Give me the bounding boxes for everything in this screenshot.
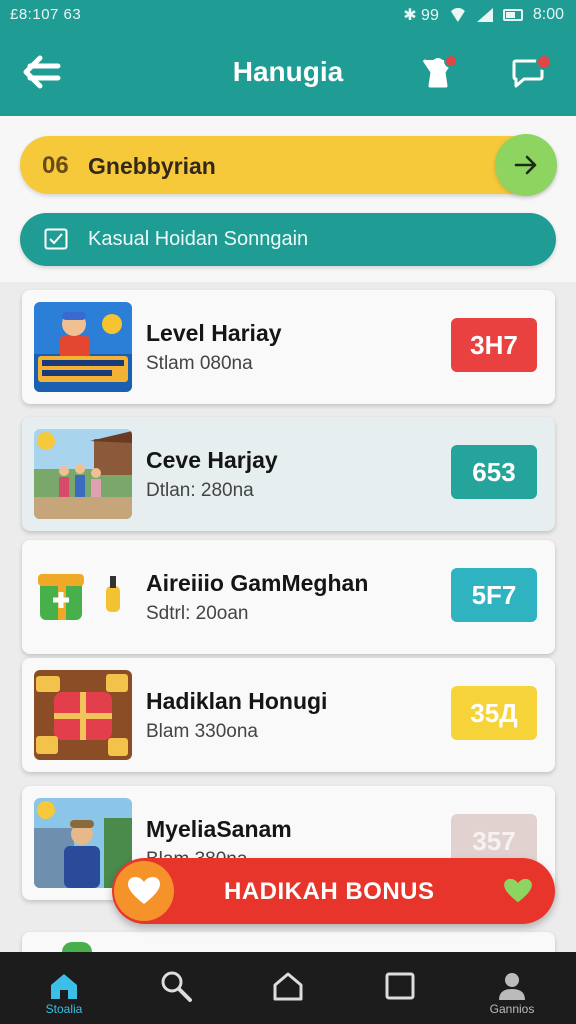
score-badge: 35Д [451, 686, 537, 740]
search-icon [161, 971, 192, 1002]
list-item[interactable]: Level Hariay Stlam 080na 3H7 [22, 290, 555, 404]
list-item[interactable]: Hadiklan Honugi Blam 330ona 35Д [22, 658, 555, 772]
app-header: £8:107 63 ✱ 99 8:00 Hanugia [0, 0, 576, 116]
promo-number: 06 [42, 152, 69, 179]
promo-label: Gnebbyrian [88, 153, 216, 179]
notification-dot [444, 54, 458, 68]
nav-recents[interactable] [360, 952, 440, 1024]
status-time: 8:00 [532, 6, 564, 23]
status-right: ✱ 99 8:00 [403, 5, 564, 25]
item-name: Hadiklan Honugi [146, 688, 328, 714]
friends-button[interactable] [416, 50, 460, 94]
item-name: Ceve Harjay [146, 447, 278, 473]
filter-toggle[interactable]: Kasual Hoidan Sonngain [20, 213, 556, 266]
chat-badge [536, 54, 552, 70]
chat-button[interactable] [506, 50, 552, 94]
item-name: MyeliaSanam [146, 816, 292, 842]
status-icons: ✱ 99 [403, 7, 439, 24]
nav-home[interactable]: Stoalia [24, 952, 104, 1024]
profile-icon [499, 973, 525, 1000]
item-name: Level Hariay [146, 320, 282, 346]
game-thumbnail [34, 552, 132, 642]
heart-icon [504, 878, 532, 903]
score-badge: 653 [451, 445, 537, 499]
list-item[interactable]: Ceve Harjay Dtlan: 280na 653 [22, 417, 555, 531]
promo-banner[interactable]: 06 Gnebbyrian [20, 134, 557, 196]
square-icon [385, 972, 415, 1000]
game-thumbnail [34, 670, 132, 760]
bonus-label: HADIKAH BONUS [224, 878, 435, 905]
bottom-nav: Stoalia Gannios [0, 952, 576, 1024]
item-name: Aireiiio GamMeghan [146, 570, 369, 596]
nav-profile[interactable]: Gannios [472, 952, 552, 1024]
page-title: Hanugia [232, 56, 344, 87]
item-subtitle: Stlam 080na [146, 353, 253, 374]
game-thumbnail [34, 302, 132, 392]
battery-icon [502, 9, 523, 21]
nav-home-label: Stoalia [45, 1002, 83, 1016]
score-badge: 3H7 [451, 318, 537, 372]
house-outline-icon [273, 972, 303, 1001]
wifi-icon [448, 8, 467, 22]
filter-label: Kasual Hoidan Sonngain [88, 228, 309, 250]
status-bar: £8:107 63 ✱ 99 8:00 [0, 0, 576, 30]
app-bar: Hanugia [0, 36, 576, 108]
promo-go-button[interactable] [495, 134, 557, 196]
list-item[interactable]: Aireiiio GamMeghan Sdtrl: 20oan 5F7 [22, 540, 555, 654]
signal-icon [476, 8, 493, 22]
heart-badge [114, 861, 174, 921]
item-subtitle: Sdtrl: 20oan [146, 603, 249, 624]
arrow-right-icon [514, 155, 537, 175]
nav-search[interactable] [136, 952, 216, 1024]
score-badge: 5F7 [451, 568, 537, 622]
game-thumbnail [34, 429, 132, 519]
item-subtitle: Blam 330ona [146, 721, 258, 742]
nav-profile-label: Gannios [489, 1002, 535, 1016]
item-subtitle: Dtlan: 280na [146, 480, 254, 501]
bonus-button[interactable]: HADIKAH BONUS [112, 858, 555, 924]
status-left-text: £8:107 63 [10, 6, 82, 23]
checkbox-icon [44, 228, 68, 250]
heart-icon [128, 877, 160, 904]
home-icon [51, 974, 77, 999]
nav-house[interactable] [248, 952, 328, 1024]
